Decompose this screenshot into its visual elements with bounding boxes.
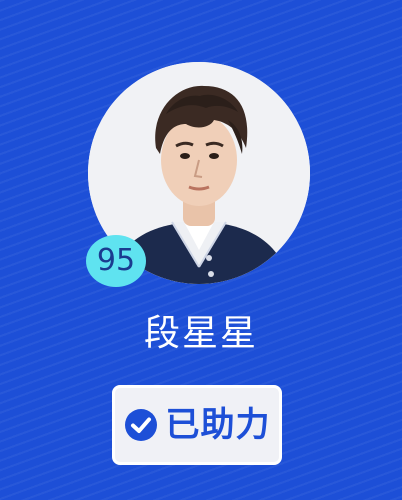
assisted-label: 已助力 [165,405,271,445]
score-badge: 95 [86,235,146,287]
user-name: 段星星 [143,313,258,354]
assisted-button[interactable]: 已助力 [112,385,282,465]
check-circle-icon [124,409,157,441]
assist-card: 95 段星星 已助力 [0,0,402,500]
